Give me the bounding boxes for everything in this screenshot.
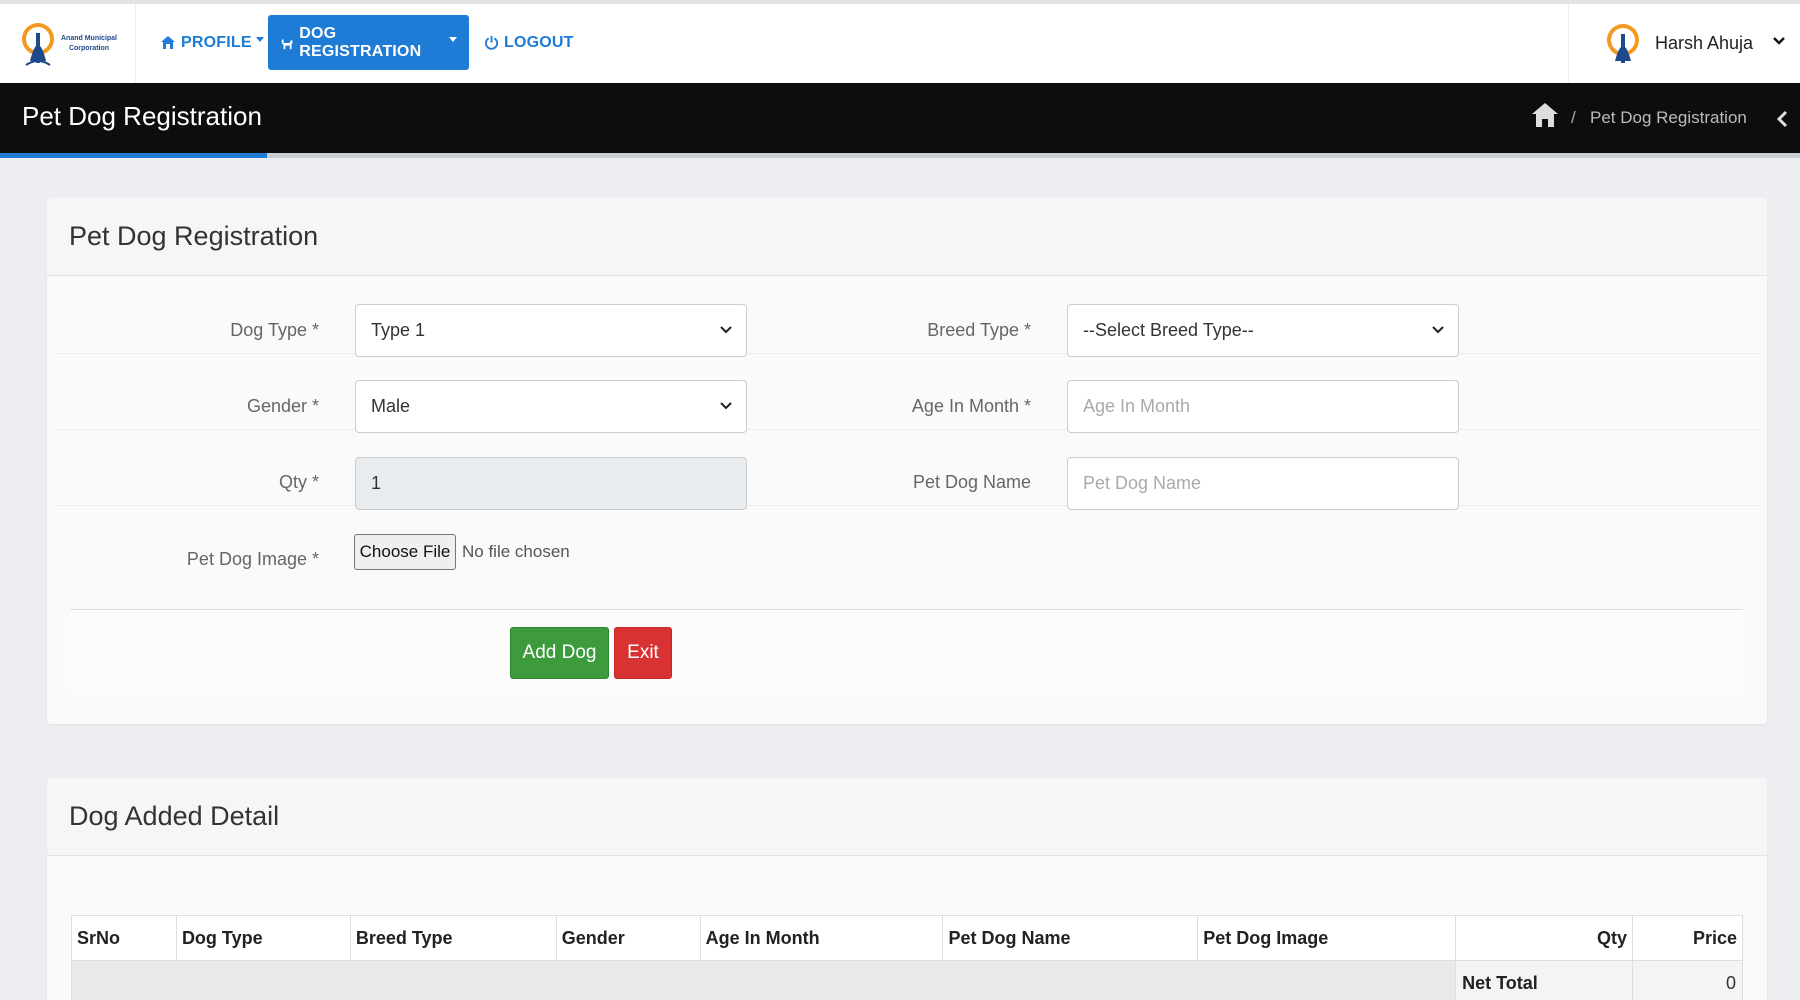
form-row-3 [55,430,1759,506]
age-label: Age In Month * [911,396,1031,416]
breadcrumb-home-icon[interactable] [1530,101,1560,129]
chevron-down-icon [1432,326,1444,334]
net-total-filler [70,960,1457,1000]
dog-type-value: Type 1 [371,320,426,340]
nav-dog-registration-label: DOG REGISTRATION [299,24,422,60]
nav-profile[interactable]: PROFILE [148,15,276,70]
gender-select[interactable]: Male [355,380,747,433]
net-total-row: Net Total 0 [70,960,1743,1000]
col-gender: Gender [555,915,701,961]
power-icon [484,35,499,50]
form-card-header: Pet Dog Registration [47,198,1767,276]
qty-value: 1 [371,473,382,493]
col-breed-type: Breed Type [349,915,557,961]
net-total-label: Net Total [1455,960,1633,1000]
form-actions [70,610,1743,694]
chevron-left-icon[interactable] [1776,110,1788,128]
caret-down-icon [449,37,457,42]
dog-detail-table: SrNo Dog Type Breed Type Gender Age In M… [70,915,1743,1000]
top-navbar: Anand Municipal Corporation PROFILE DOG … [0,0,1800,83]
breed-type-value: --Select Breed Type-- [1083,320,1254,340]
detail-card-header: Dog Added Detail [47,778,1767,856]
col-age-in-month: Age In Month [699,915,944,961]
breadcrumb-current: Pet Dog Registration [1590,108,1747,127]
choose-file-button[interactable]: Choose File [354,534,456,570]
col-srno: SrNo [71,915,177,961]
caret-down-icon [255,37,264,42]
col-pet-dog-image: Pet Dog Image [1197,915,1457,961]
corporation-emblem-icon [22,22,54,66]
dog-type-label: Dog Type * [230,320,319,340]
logo-text: Anand Municipal Corporation [61,34,117,52]
pet-dog-name-placeholder: Pet Dog Name [1083,473,1202,493]
col-pet-dog-name: Pet Dog Name [942,915,1199,961]
exit-button[interactable]: Exit [614,627,672,679]
age-placeholder: Age In Month [1083,396,1191,416]
gender-value: Male [371,396,411,416]
page-title: Pet Dog Registration [22,101,262,131]
age-input[interactable]: Age In Month [1067,380,1459,433]
add-dog-button[interactable]: Add Dog [510,627,609,679]
dog-icon [281,38,293,49]
pet-dog-name-label: Pet Dog Name [912,472,1031,492]
chevron-down-icon [720,402,732,410]
pet-dog-name-input[interactable]: Pet Dog Name [1067,457,1459,510]
breed-type-select[interactable]: --Select Breed Type-- [1067,304,1459,357]
breadcrumb-separator: / [1571,108,1576,127]
qty-input: 1 [355,457,747,510]
chevron-down-icon[interactable] [1772,36,1786,46]
title-bar-accent [0,153,267,158]
col-dog-type: Dog Type [175,915,351,961]
user-menu[interactable]: Harsh Ahuja [1568,4,1800,83]
qty-label: Qty * [278,472,319,492]
col-price: Price [1632,915,1743,961]
breed-type-label: Breed Type * [927,320,1031,340]
dog-type-select[interactable]: Type 1 [355,304,747,357]
form-row-2 [55,354,1759,430]
file-status: No file chosen [462,542,570,561]
title-bar-underline [0,153,1800,158]
table-header-row: SrNo Dog Type Breed Type Gender Age In M… [71,915,1743,961]
form-row-1 [55,278,1759,354]
nav-logout-label: LOGOUT [504,33,574,51]
chevron-down-icon [720,326,732,334]
user-name: Harsh Ahuja [1655,33,1754,53]
col-qty: Qty [1455,915,1633,961]
nav-dog-registration[interactable]: DOG REGISTRATION [268,15,469,70]
avatar [1607,23,1639,63]
home-icon [161,36,175,49]
nav-profile-label: PROFILE [181,33,252,51]
pet-dog-image-label: Pet Dog Image * [186,549,319,569]
logo[interactable]: Anand Municipal Corporation [0,4,136,83]
gender-label: Gender * [246,396,319,416]
nav-logout[interactable]: LOGOUT [472,15,586,70]
net-total-value: 0 [1632,960,1743,1000]
